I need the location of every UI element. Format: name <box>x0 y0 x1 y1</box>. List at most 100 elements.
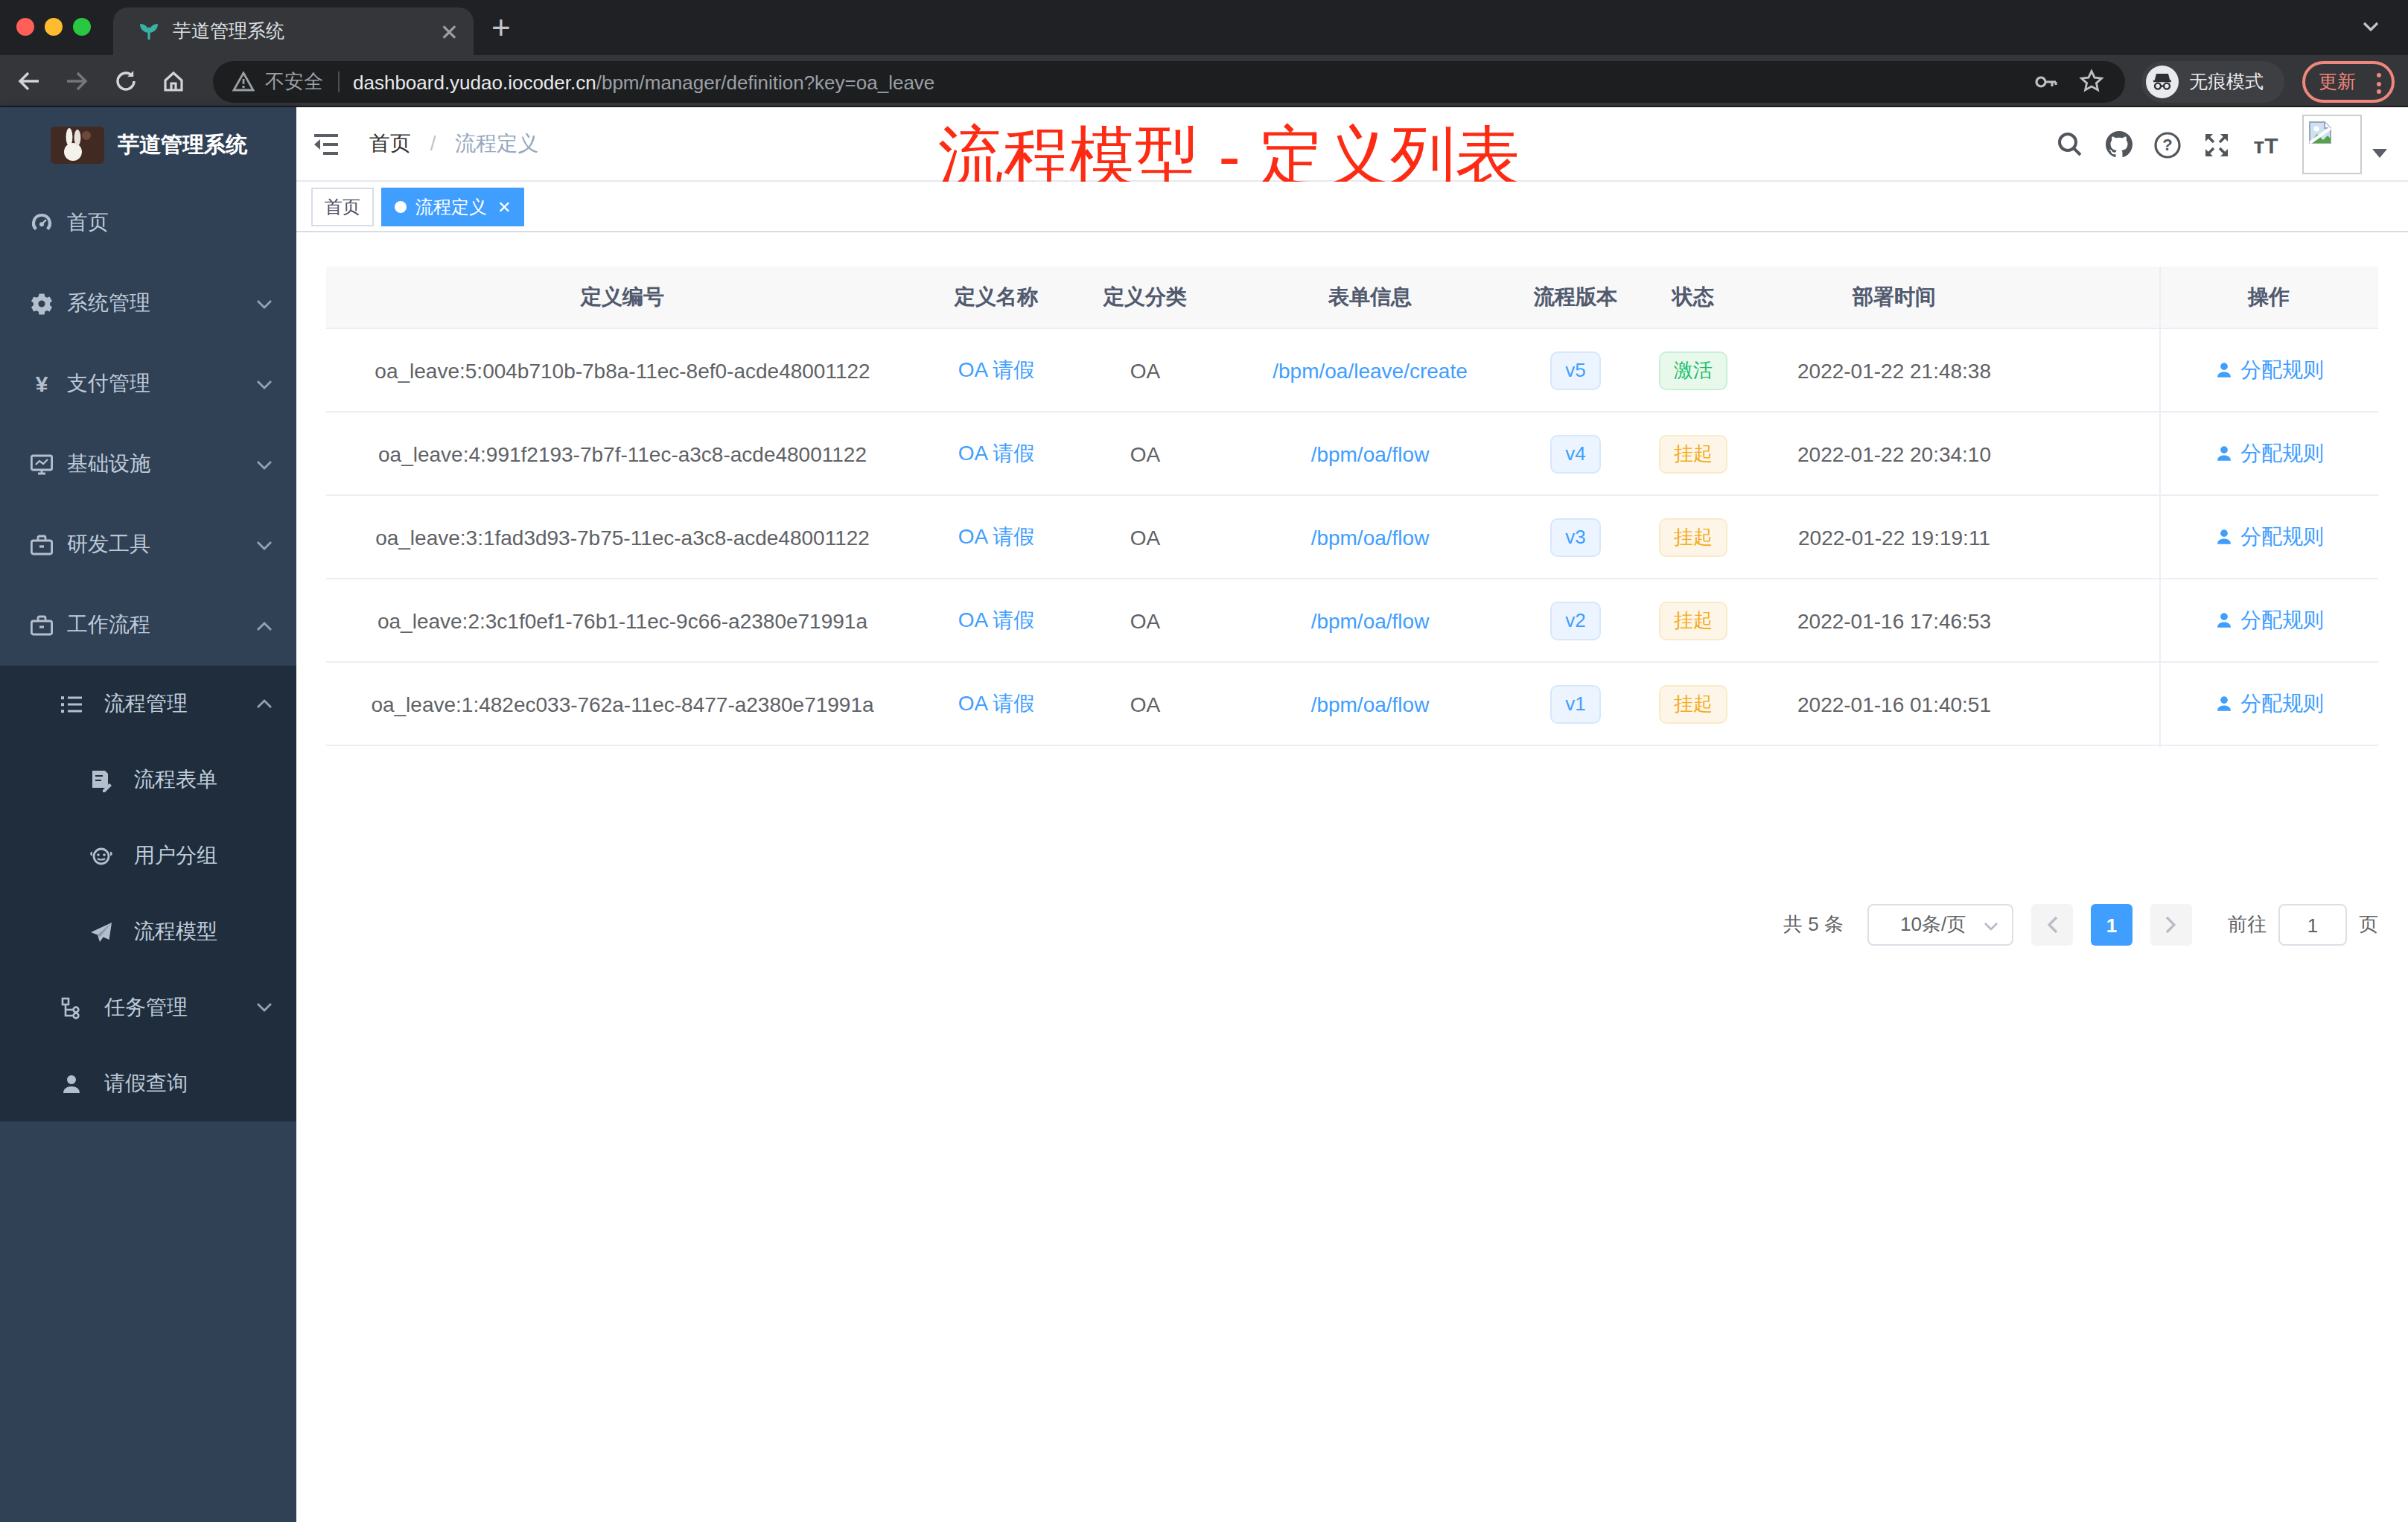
tree-icon <box>60 996 83 1019</box>
sidebar-item-system[interactable]: 系统管理 <box>0 264 296 344</box>
total-count: 共 5 条 <box>1783 911 1844 938</box>
assign-rule-link[interactable]: 分配规则 <box>2159 357 2378 383</box>
form-link[interactable]: /bpm/oa/flow <box>1311 608 1430 632</box>
tag-close-icon[interactable]: ✕ <box>497 197 511 217</box>
next-page-button[interactable] <box>2150 904 2192 946</box>
sidebar-item-user-group[interactable]: 用户分组 <box>0 818 296 894</box>
toolbox-icon <box>30 533 54 557</box>
sidebar-item-process-model[interactable]: 流程模型 <box>0 894 296 969</box>
active-dot <box>395 201 407 213</box>
user-icon <box>2214 444 2233 463</box>
font-size-icon[interactable]: ᴛT <box>2241 132 2290 157</box>
github-icon[interactable] <box>2094 130 2143 159</box>
broken-image-icon <box>2307 119 2334 146</box>
sidebar-item-infra[interactable]: 基础设施 <box>0 424 296 505</box>
breadcrumb: 首页 / 流程定义 <box>369 131 538 158</box>
breadcrumb-home[interactable]: 首页 <box>369 131 411 155</box>
workflow-submenu: 流程管理 流程表单 用户分组 流程模型 <box>0 666 296 1121</box>
minimize-window-button[interactable] <box>45 18 63 36</box>
table-header: 定义编号 定义名称 定义分类 表单信息 流程版本 状态 部署时间 操作 <box>326 267 2378 329</box>
breadcrumb-current: 流程定义 <box>455 131 538 155</box>
tab-close-icon[interactable]: ✕ <box>440 20 459 42</box>
screen: 芋道管理系统 ✕ + 不安全 dashboard.yudao.iocoder.c… <box>0 0 2408 1522</box>
tag-home[interactable]: 首页 <box>311 188 374 226</box>
version-badge: v2 <box>1550 601 1600 640</box>
definition-name-link[interactable]: OA 请假 <box>958 523 1035 547</box>
definition-name-link[interactable]: OA 请假 <box>958 690 1035 714</box>
main: 首页 / 流程定义 ? ᴛT 流程模型 - 定义列表 首页 流程定义✕ <box>296 107 2408 1522</box>
sidebar-item-payment[interactable]: ¥ 支付管理 <box>0 344 296 424</box>
zoom-window-button[interactable] <box>73 18 91 36</box>
page-size-select[interactable]: 10条/页 <box>1867 904 2013 946</box>
definition-name-link[interactable]: OA 请假 <box>958 607 1035 631</box>
logo[interactable]: 芋道管理系统 <box>0 107 296 183</box>
logo-image <box>51 127 104 164</box>
prev-page-button[interactable] <box>2031 904 2073 946</box>
sidebar-item-task-mgmt[interactable]: 任务管理 <box>0 969 296 1045</box>
user-icon <box>60 1072 83 1095</box>
reload-button[interactable] <box>113 69 138 94</box>
briefcase-icon <box>30 614 54 637</box>
sidebar-item-leave-query[interactable]: 请假查询 <box>0 1045 296 1121</box>
assign-rule-link[interactable]: 分配规则 <box>2159 440 2378 467</box>
sidebar-item-process-mgmt[interactable]: 流程管理 <box>0 666 296 742</box>
assign-rule-link[interactable]: 分配规则 <box>2159 690 2378 717</box>
table-row: oa_leave:1:482ec033-762a-11ec-8477-a2380… <box>326 663 2378 746</box>
address-bar[interactable]: 不安全 dashboard.yudao.iocoder.cn/bpm/manag… <box>213 61 2125 103</box>
avatar[interactable] <box>2302 115 2362 174</box>
dashboard-icon <box>30 211 54 235</box>
divider <box>338 71 340 92</box>
browser-menu-icon[interactable] <box>2377 73 2381 94</box>
fullscreen-icon[interactable] <box>2192 130 2241 159</box>
assign-rule-link[interactable]: 分配规则 <box>2159 607 2378 634</box>
sidebar-item-workflow[interactable]: 工作流程 <box>0 585 296 666</box>
incognito-icon <box>2152 73 2173 91</box>
form-icon <box>89 768 113 792</box>
tag-process-definition[interactable]: 流程定义✕ <box>381 188 524 226</box>
url-text[interactable]: dashboard.yudao.iocoder.cn/bpm/manager/d… <box>353 71 934 93</box>
logo-title: 芋道管理系统 <box>118 131 247 159</box>
home-button[interactable] <box>161 69 186 94</box>
assign-rule-link[interactable]: 分配规则 <box>2159 523 2378 550</box>
security-label[interactable]: 不安全 <box>265 69 323 95</box>
update-button[interactable]: 更新 <box>2302 61 2395 103</box>
back-button[interactable] <box>16 69 42 94</box>
goto-page-input[interactable]: 1 <box>2278 904 2347 946</box>
browser-tab[interactable]: 芋道管理系统 ✕ <box>113 7 474 55</box>
definition-name-link[interactable]: OA 请假 <box>958 357 1035 380</box>
fixed-column-divider <box>2159 267 2161 748</box>
form-link[interactable]: /bpm/oa/flow <box>1311 525 1430 549</box>
current-page[interactable]: 1 <box>2091 904 2133 946</box>
close-window-button[interactable] <box>16 18 34 36</box>
definition-name-link[interactable]: OA 请假 <box>958 440 1035 464</box>
form-link[interactable]: /bpm/oa/leave/create <box>1273 358 1468 382</box>
tab-title: 芋道管理系统 <box>173 19 284 44</box>
bookmark-star-icon[interactable] <box>2079 69 2104 94</box>
password-key-icon[interactable] <box>2033 70 2060 94</box>
user-group-icon <box>89 844 113 867</box>
version-badge: v4 <box>1550 434 1600 473</box>
help-icon[interactable]: ? <box>2143 130 2192 159</box>
svg-text:?: ? <box>2162 135 2172 153</box>
status-badge: 激活 <box>1659 351 1727 389</box>
sidebar-item-devtools[interactable]: 研发工具 <box>0 505 296 585</box>
incognito-badge[interactable]: 无痕模式 <box>2141 61 2284 103</box>
form-link[interactable]: /bpm/oa/flow <box>1311 692 1430 716</box>
tab-search-caret-icon[interactable] <box>2362 21 2380 33</box>
page-suffix: 页 <box>2359 911 2378 938</box>
table-row: oa_leave:5:004b710b-7b8a-11ec-8ef0-acde4… <box>326 329 2378 413</box>
app: 芋道管理系统 首页 系统管理 ¥ 支付管理 <box>0 107 2408 1522</box>
chevron-down-icon <box>256 540 273 550</box>
chevron-down-icon <box>1984 922 1998 931</box>
forward-button[interactable] <box>64 69 89 94</box>
list-icon <box>60 692 83 716</box>
form-link[interactable]: /bpm/oa/flow <box>1311 442 1430 465</box>
sidebar-item-home[interactable]: 首页 <box>0 183 296 264</box>
hamburger-icon[interactable] <box>311 130 341 159</box>
avatar-caret-icon[interactable] <box>2372 149 2387 158</box>
sidebar-item-process-form[interactable]: 流程表单 <box>0 742 296 818</box>
new-tab-button[interactable]: + <box>491 12 511 45</box>
table-row: oa_leave:2:3c1f0ef1-76b1-11ec-9c66-a2380… <box>326 579 2378 663</box>
search-icon[interactable] <box>2045 131 2094 158</box>
chevron-up-icon <box>256 698 273 709</box>
